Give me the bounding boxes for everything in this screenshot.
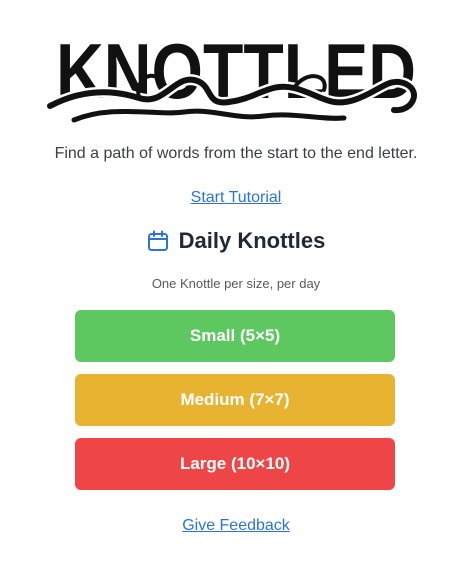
calendar-icon (147, 230, 169, 252)
start-tutorial-container: Start Tutorial (0, 189, 472, 207)
small-knottle-button[interactable]: Small (5×5) (75, 310, 395, 362)
medium-knottle-button[interactable]: Medium (7×7) (75, 374, 395, 426)
daily-knottles-title: Daily Knottles (178, 228, 326, 253)
start-tutorial-link[interactable]: Start Tutorial (191, 189, 282, 206)
give-feedback-link[interactable]: Give Feedback (182, 517, 290, 534)
daily-subtitle: One Knottle per size, per day (151, 276, 321, 291)
give-feedback-container: Give Feedback (0, 517, 472, 535)
large-knottle-button[interactable]: Large (10×10) (75, 438, 395, 490)
daily-knottles-heading: Daily Knottles (0, 228, 472, 254)
tagline: Find a path of words from the start to t… (54, 145, 418, 162)
knottled-logo: KNOTTLED (44, 28, 428, 138)
